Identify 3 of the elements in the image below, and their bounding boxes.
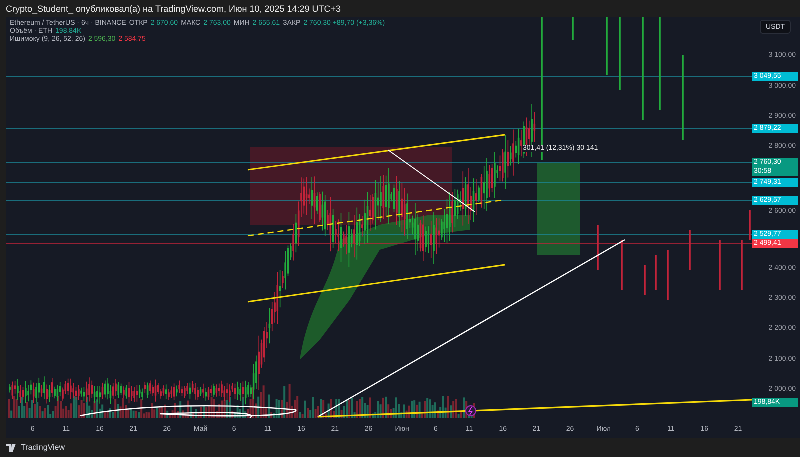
- logo-text: TradingView: [21, 443, 66, 452]
- publication-title: Crypto_Student_ опубликовал(а) на TradingView.com, Июн 10, 2025 14:29 UTC+3: [5, 2, 342, 16]
- logo-icon: [6, 444, 18, 452]
